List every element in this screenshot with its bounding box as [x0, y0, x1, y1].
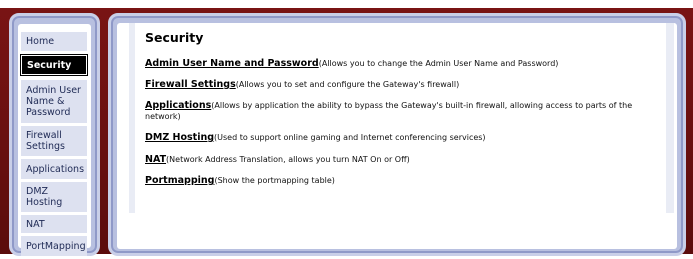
main-panel: Security Admin User Name and Password(Al… — [108, 13, 686, 256]
firewall-settings-link[interactable]: Firewall Settings — [145, 79, 236, 90]
admin-user-link[interactable]: Admin User Name and Password — [145, 58, 319, 69]
sidebar-item-label: PortMapping — [26, 240, 86, 252]
sidebar-item-dmz-hosting[interactable]: DMZ Hosting — [21, 182, 87, 212]
sidebar-item-admin-user[interactable]: Admin User Name & Password — [21, 80, 87, 123]
portmapping-link[interactable]: Portmapping — [145, 175, 214, 186]
sidebar-item-home[interactable]: Home — [21, 32, 87, 51]
sidebar-item-nat[interactable]: NAT — [21, 215, 87, 233]
page-title: Security — [145, 30, 204, 45]
item-description: (Allows by application the ability to by… — [145, 101, 633, 121]
list-item: DMZ Hosting(Used to support online gamin… — [145, 132, 660, 143]
sidebar: Home Security Admin User Name & Password… — [9, 13, 100, 256]
list-item: NAT(Network Address Translation, allows … — [145, 154, 660, 165]
scrollbar[interactable] — [666, 23, 674, 213]
sidebar-item-label: Home — [26, 36, 55, 47]
sidebar-item-label: Admin User Name & Password — [26, 85, 81, 118]
sidebar-item-applications[interactable]: Applications — [21, 159, 87, 179]
main-inner: Security Admin User Name and Password(Al… — [117, 23, 677, 249]
sidebar-item-firewall-settings[interactable]: Firewall Settings — [21, 126, 87, 156]
sidebar-item-label: Applications — [26, 163, 85, 175]
item-description: (Network Address Translation, allows you… — [166, 155, 410, 164]
item-description: (Allows you to change the Admin User Nam… — [318, 59, 559, 68]
sidebar-item-label: DMZ Hosting — [26, 186, 63, 208]
top-border — [0, 0, 693, 8]
sidebar-item-security[interactable]: Security — [20, 54, 88, 76]
applications-link[interactable]: Applications — [145, 100, 211, 111]
item-description: (Show the portmapping table) — [214, 176, 335, 185]
item-description: (Allows you to set and configure the Gat… — [235, 80, 460, 89]
list-item: Portmapping(Show the portmapping table) — [145, 175, 660, 186]
list-item: Firewall Settings(Allows you to set and … — [145, 79, 660, 90]
sidebar-item-label: NAT — [26, 218, 45, 230]
sidebar-item-label: Security — [27, 59, 72, 71]
item-description: (Used to support online gaming and Inter… — [214, 133, 486, 142]
sidebar-nav: Home Security Admin User Name & Password… — [18, 24, 91, 256]
list-item: Applications(Allows by application the a… — [145, 100, 660, 122]
sidebar-item-portmapping[interactable]: PortMapping — [21, 236, 87, 256]
dmz-hosting-link[interactable]: DMZ Hosting — [145, 132, 214, 143]
sidebar-item-label: Firewall Settings — [26, 130, 65, 152]
list-item: Admin User Name and Password(Allows you … — [145, 58, 660, 69]
nat-link[interactable]: NAT — [145, 154, 166, 165]
